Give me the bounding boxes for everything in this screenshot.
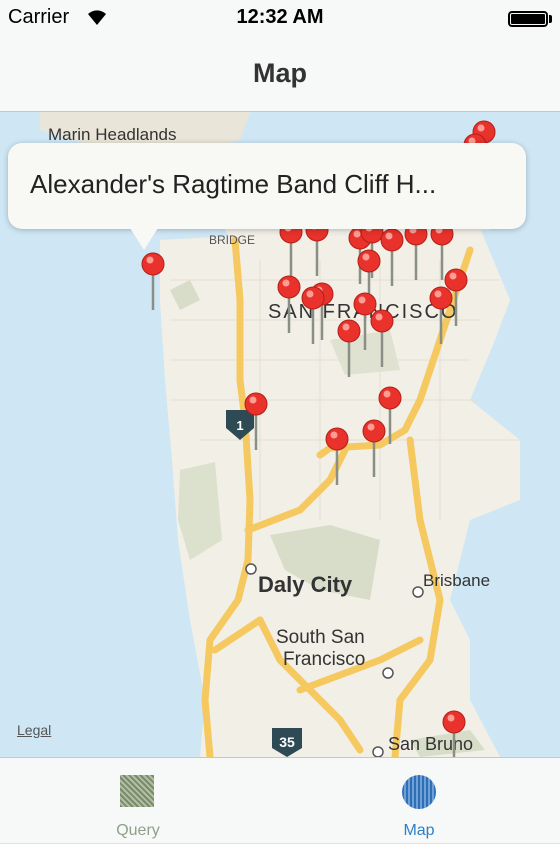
annotation-callout[interactable]: Alexander's Ragtime Band Cliff H... [8,143,526,229]
label-francisco: Francisco [283,649,365,670]
page-title: Map [253,58,307,88]
tab-map[interactable]: Map [349,758,489,844]
tab-bar: Query Map [0,757,560,843]
route-35-shield: 35 [279,734,295,750]
label-bridge: BRIDGE [209,233,255,247]
label-brisbane: Brisbane [423,571,490,590]
tab-query[interactable]: Query [68,758,208,844]
callout-tail [130,228,158,250]
status-time: 12:32 AM [236,6,324,28]
callout-title: Alexander's Ragtime Band Cliff H... [30,169,437,199]
tab-map-label: Map [403,822,435,839]
route-1-shield: 1 [236,418,243,433]
battery-icon [508,11,548,27]
label-daly-city: Daly City [258,572,353,597]
navigation-bar: Map [0,36,560,112]
status-bar: Carrier 12:32 AM [0,0,560,36]
label-marin-headlands: Marin Headlands [48,125,177,144]
legal-link[interactable]: Legal [17,722,51,738]
tab-query-label: Query [116,822,160,839]
label-south-san: South San [276,627,365,648]
query-icon [120,775,154,807]
label-san-bruno: San Bruno [388,734,473,754]
map-icon [402,775,436,809]
battery-tip [549,15,552,23]
